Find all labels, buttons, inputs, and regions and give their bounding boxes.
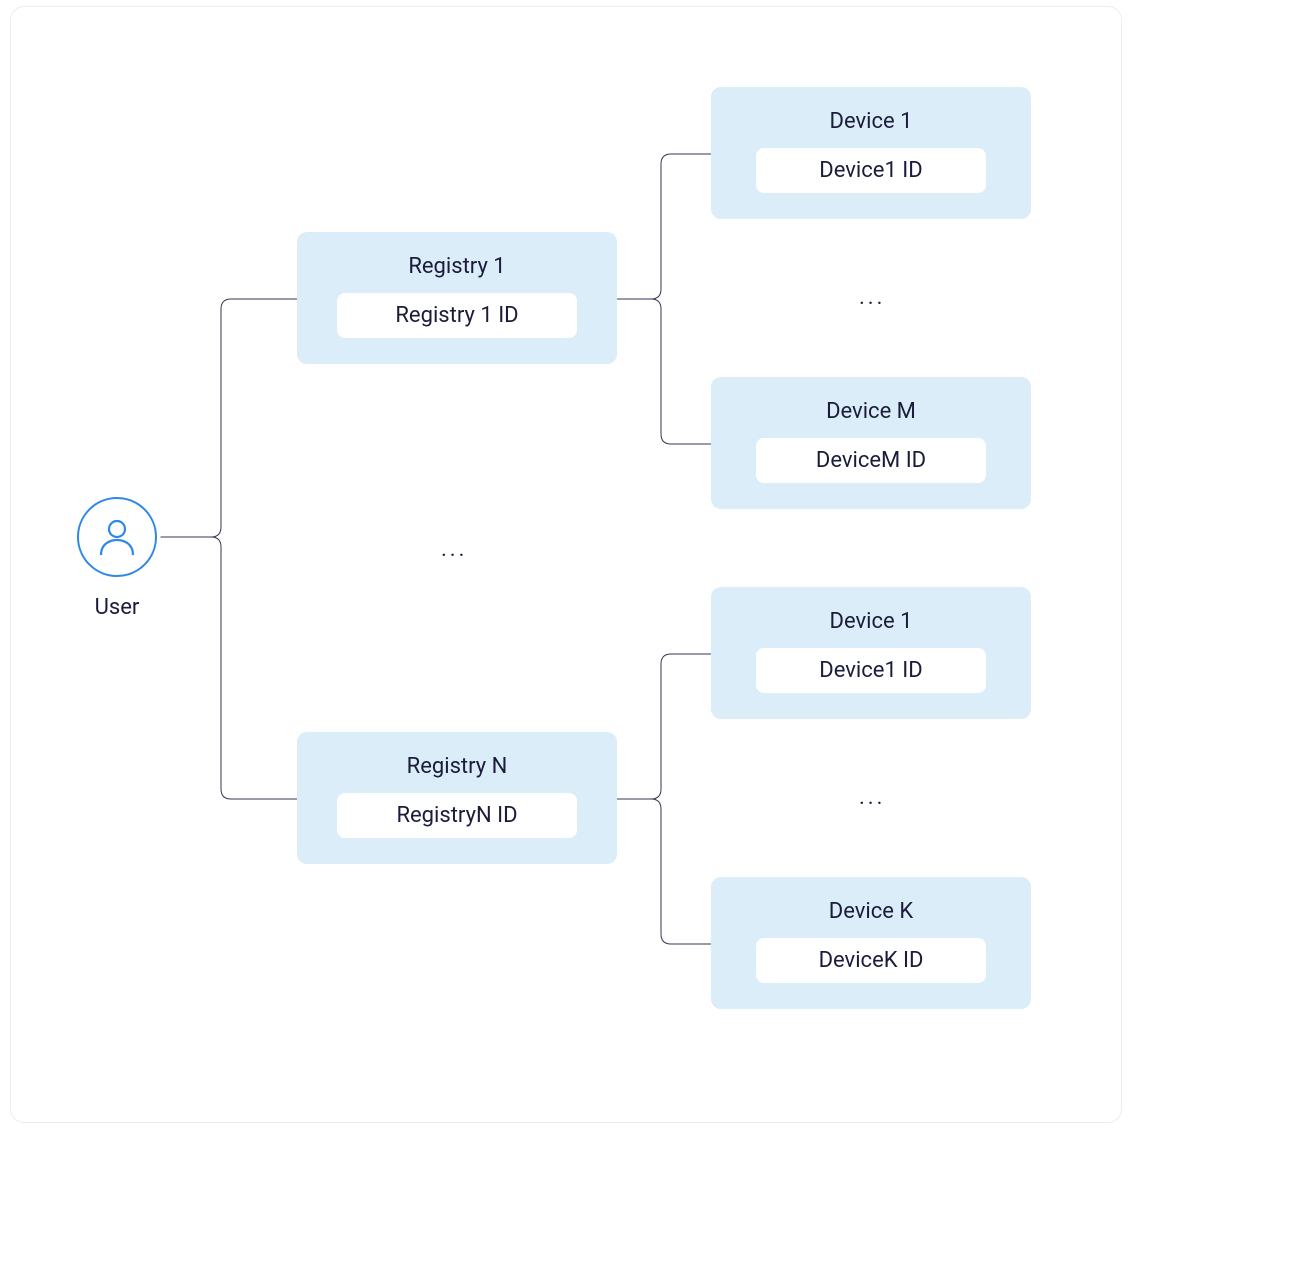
device-id: DeviceM ID — [756, 438, 986, 483]
device-node: Device K DeviceK ID — [711, 877, 1031, 1009]
device-node: Device 1 Device1 ID — [711, 87, 1031, 219]
device-id: DeviceK ID — [756, 938, 986, 983]
user-node: User — [77, 497, 157, 620]
device-node: Device 1 Device1 ID — [711, 587, 1031, 719]
device-id: Device1 ID — [756, 148, 986, 193]
diagram-card: { "user": { "label": "User" }, "ellipsis… — [10, 6, 1122, 1123]
device-node: Device M DeviceM ID — [711, 377, 1031, 509]
device-title: Device K — [737, 899, 1005, 924]
user-icon — [77, 497, 157, 577]
registry-id: Registry 1 ID — [337, 293, 577, 338]
registry-node: Registry N RegistryN ID — [297, 732, 617, 864]
registry-title: Registry N — [323, 754, 591, 779]
device-title: Device 1 — [737, 109, 1005, 134]
device-title: Device M — [737, 399, 1005, 424]
registry-id: RegistryN ID — [337, 793, 577, 838]
registry-node: Registry 1 Registry 1 ID — [297, 232, 617, 364]
device-id: Device1 ID — [756, 648, 986, 693]
device-title: Device 1 — [737, 609, 1005, 634]
user-label: User — [77, 595, 157, 620]
ellipsis-devices-top: ... — [859, 285, 885, 310]
ellipsis-registries: ... — [441, 537, 467, 562]
ellipsis-devices-bottom: ... — [859, 785, 885, 810]
registry-title: Registry 1 — [323, 254, 591, 279]
